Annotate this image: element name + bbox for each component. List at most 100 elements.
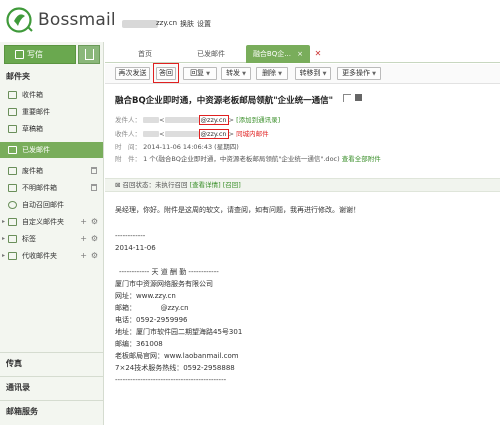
expand-caret-icon[interactable]: ▸	[2, 248, 5, 264]
sidebar-item-auto-recall[interactable]: 自动召回邮件	[0, 197, 103, 213]
sidebar-section-mail-service[interactable]: 邮箱服务	[0, 400, 103, 422]
sidebar-item-inbox[interactable]: 收件箱	[0, 87, 103, 103]
reply-all-label: 回复	[190, 69, 205, 77]
move-to-button[interactable]: 转移到 ▼	[295, 67, 331, 80]
signature-title: ------------ 天 道 酬 勤 ------------	[119, 268, 219, 276]
resend-button[interactable]: 再次发送	[115, 67, 150, 80]
recall-icon: ⊠	[115, 181, 123, 189]
reply-highlight-box	[153, 63, 179, 83]
user-domain: zzy.cn	[156, 19, 178, 27]
sidebar-item-drafts[interactable]: 草稿箱	[0, 121, 103, 137]
close-tab-icon[interactable]: ✕	[313, 49, 323, 59]
view-all-attachments-link[interactable]: 查看全部附件	[342, 155, 381, 163]
main-panel: 首页 已发邮件 融合BQ企... × ✕ 再次发送 答回 回复 ▼ 转发 ▼ 删除 ▼…	[105, 42, 500, 425]
sidebar-item-custom-folders[interactable]: ▸ 自定义邮件夹 + ⚙	[0, 214, 103, 230]
sender-address-blurred	[164, 117, 199, 123]
add-collect-icon[interactable]: +	[80, 248, 87, 264]
sidebar-item-important[interactable]: 重要邮件	[0, 104, 103, 120]
sidebar-section-fax[interactable]: 传真	[0, 352, 103, 374]
sidebar-item-label: 草稿箱	[22, 125, 43, 133]
sidebar-item-unknown[interactable]: 不明邮件箱	[0, 180, 103, 196]
add-folder-icon[interactable]: +	[80, 214, 87, 230]
user-account-blurred	[122, 20, 158, 28]
sidebar-item-sent[interactable]: 已发邮件	[0, 142, 103, 158]
recall-detail-link[interactable]: [查看详情]	[190, 181, 221, 189]
signature-website: 网址：www.zzy.cn	[115, 292, 176, 300]
signature-address: 地址：厦门市软件园二期望海路45号301	[115, 328, 243, 336]
chevron-down-icon: ▼	[372, 71, 376, 77]
sidebar-item-collect-folders[interactable]: ▸ 代收邮件夹 + ⚙	[0, 248, 103, 264]
tab-label: 融合BQ企...	[252, 50, 291, 58]
more-actions-label: 更多操作	[342, 69, 371, 77]
tab-bar: 首页 已发邮件 融合BQ企... × ✕	[105, 42, 500, 63]
signature-phone: 电话：0592-2959996	[115, 316, 188, 324]
signature-hotline: 7×24技术服务热线：0592-2958888	[115, 364, 235, 372]
compose-button[interactable]: 写信	[4, 45, 76, 64]
signature-company: 厦门市中资源网络服务有限公司	[115, 280, 213, 288]
recall-action-link[interactable]: [召回]	[223, 181, 241, 189]
settings-link[interactable]: 设置	[197, 19, 211, 29]
greeting-text: 吴经理，你好。附件是这周的软文，请查阅，如有问题，我再进行修改。谢谢！	[115, 206, 360, 214]
attachment-label: 附 件：	[115, 155, 141, 163]
more-actions-button[interactable]: 更多操作 ▼	[337, 67, 381, 80]
reply-all-button[interactable]: 回复 ▼	[183, 67, 217, 80]
auto-recall-icon	[8, 201, 17, 209]
time-value: 2014-11-06 14:06:43 (星期四)	[143, 143, 239, 151]
tab-home[interactable]: 首页	[113, 45, 177, 63]
sender-name-blurred	[143, 117, 160, 123]
sidebar-item-label: 收件箱	[22, 91, 43, 99]
sidebar-section-contacts[interactable]: 通讯录	[0, 376, 103, 398]
sidebar-item-label: 自定义邮件夹	[22, 218, 64, 226]
body-dashes: ------------	[115, 232, 146, 240]
tab-current-mail[interactable]: 融合BQ企... ×	[246, 45, 310, 63]
delete-button[interactable]: 删除 ▼	[256, 67, 288, 80]
add-tag-icon[interactable]: +	[80, 231, 87, 247]
compose-label: 写信	[27, 50, 43, 59]
tab-close-icon[interactable]: ×	[297, 50, 303, 58]
tag-icon	[8, 235, 17, 243]
add-contact-link[interactable]: [添加到通讯录]	[236, 116, 280, 124]
empty-unknown-icon[interactable]	[91, 184, 97, 191]
minimize-icon[interactable]	[355, 94, 362, 101]
sidebar-item-label: 代收邮件夹	[22, 252, 57, 260]
tag-settings-icon[interactable]: ⚙	[91, 231, 98, 247]
sidebar-item-label: 不明邮件箱	[22, 184, 57, 192]
flag-icon[interactable]	[343, 94, 351, 102]
recipient-row: 收件人： < @zzy.cn > 同城内邮件	[115, 129, 269, 139]
sidebar-item-tags[interactable]: ▸ 标签 + ⚙	[0, 231, 103, 247]
signature-footer-dashes: ----------------------------------------…	[115, 376, 227, 384]
chevron-down-icon: ▼	[206, 71, 210, 77]
move-to-label: 转移到	[299, 69, 321, 77]
mail-toolbar: 再次发送 答回 回复 ▼ 转发 ▼ 删除 ▼ 转移到 ▼ 更多操作 ▼	[105, 63, 500, 84]
expand-caret-icon[interactable]: ▸	[2, 214, 5, 230]
sender-domain: @zzy.cn	[198, 115, 229, 125]
signature-email: 邮箱： @zzy.cn	[115, 304, 189, 312]
tab-sent[interactable]: 已发邮件	[179, 45, 243, 63]
attachment-value: 1 个(融合BQ企业即时通，中资源老板邮局领航"企业统一通信".doc)	[143, 155, 340, 163]
sidebar-item-label: 重要邮件	[22, 108, 50, 116]
recipient-domain: @zzy.cn	[198, 129, 229, 139]
forward-label: 转发	[226, 69, 241, 77]
mail-subject: 融合BQ企业即时通，中资源老板邮局领航"企业统一通信"	[115, 96, 334, 106]
sidebar-item-trash[interactable]: 废件箱	[0, 163, 103, 179]
recipient-name-blurred	[143, 131, 160, 137]
recall-status-bar: ⊠ 召回状态：未执行召回 [查看详情] [召回]	[105, 178, 500, 192]
folder-settings-icon[interactable]: ⚙	[91, 214, 98, 230]
bossmail-logo-icon	[6, 7, 34, 33]
folders-section-title: 邮件夹	[6, 72, 30, 81]
receive-mail-button[interactable]	[78, 45, 100, 64]
tab-label: 首页	[138, 50, 152, 58]
unknown-folder-icon	[8, 184, 17, 192]
attachment-row: 附 件： 1 个(融合BQ企业即时通，中资源老板邮局领航"企业统一通信".doc…	[115, 153, 381, 163]
collect-settings-icon[interactable]: ⚙	[91, 248, 98, 264]
sidebar-item-label: 标签	[22, 235, 36, 243]
forward-button[interactable]: 转发 ▼	[221, 67, 251, 80]
app-header: Bossmail zzy.cn 换肤 设置	[0, 0, 500, 42]
switch-skin-link[interactable]: 换肤	[180, 19, 194, 29]
recipient-address-blurred	[164, 131, 199, 137]
sent-icon	[8, 146, 17, 154]
drafts-icon	[8, 125, 17, 133]
important-icon	[8, 108, 17, 116]
empty-trash-icon[interactable]	[91, 167, 97, 174]
expand-caret-icon[interactable]: ▸	[2, 231, 5, 247]
